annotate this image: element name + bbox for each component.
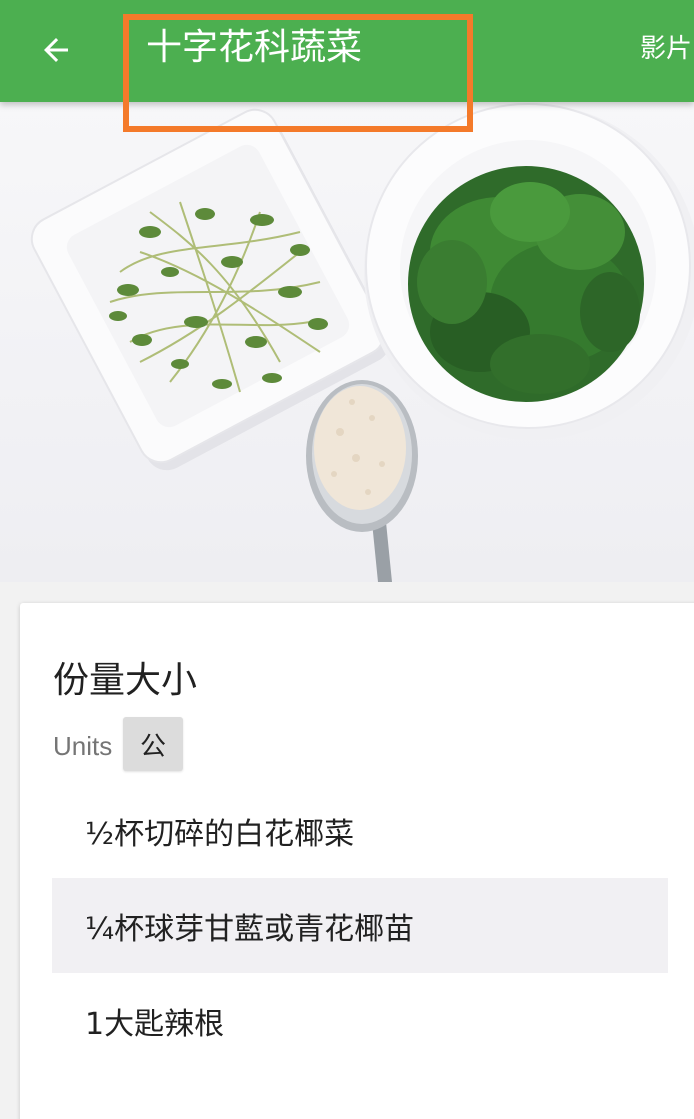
serving-size-heading: 份量大小 xyxy=(53,660,198,701)
vegetables-photo xyxy=(30,103,694,582)
units-toggle-button[interactable]: 公 xyxy=(123,717,183,771)
page-title: 十字花科蔬菜 xyxy=(146,27,363,68)
ingredient-item[interactable]: ¼杯球芽甘藍或青花椰苗 xyxy=(52,878,668,973)
ingredient-item[interactable]: 1大匙辣根 xyxy=(52,973,668,1068)
ingredient-item[interactable]: ½杯切碎的白花椰菜 xyxy=(52,783,668,878)
hero-photo xyxy=(0,102,694,582)
ingredient-list: ½杯切碎的白花椰菜 ¼杯球芽甘藍或青花椰苗 1大匙辣根 xyxy=(52,783,668,1068)
back-button[interactable] xyxy=(28,22,84,78)
screen: 十字花科蔬菜 影片 份量大小 Units 公 ½杯切碎的白花椰菜 ¼杯球芽甘藍或… xyxy=(0,0,694,1119)
app-bar: 十字花科蔬菜 影片 xyxy=(0,0,694,102)
arrow-left-icon xyxy=(44,38,68,62)
video-tab-button[interactable]: 影片 xyxy=(640,30,692,68)
units-label: Units xyxy=(53,731,113,761)
serving-card: 份量大小 Units 公 ½杯切碎的白花椰菜 ¼杯球芽甘藍或青花椰苗 1大匙辣根 xyxy=(20,603,694,1119)
